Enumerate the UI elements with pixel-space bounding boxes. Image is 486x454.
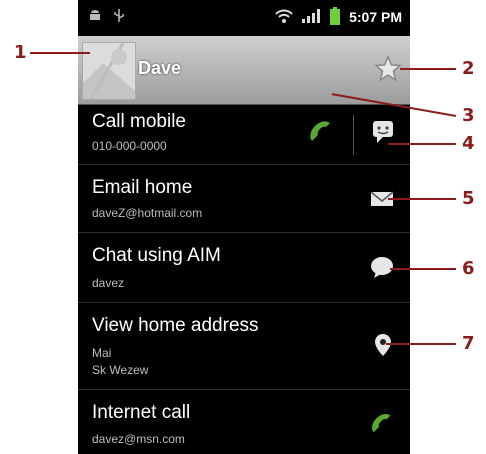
list-item-email-home[interactable]: Email home daveZ@hotmail.com	[78, 165, 410, 233]
row-subtitle-2: Sk Wezew	[92, 363, 149, 377]
row-title: Internet call	[92, 402, 191, 423]
callout-line-1	[30, 52, 90, 54]
contact-header: Dave	[78, 36, 410, 105]
callout-line-4	[388, 143, 456, 145]
phone-screen: 5:07 PM Dave Call mobile 010-000-0000 Em…	[78, 0, 410, 454]
usb-icon	[112, 8, 126, 27]
battery-icon	[330, 7, 340, 28]
star-icon[interactable]	[374, 55, 402, 83]
list-item-call-mobile[interactable]: Call mobile 010-000-0000	[78, 105, 410, 165]
callout-3: 3	[462, 105, 475, 126]
email-icon[interactable]	[370, 190, 394, 213]
contact-name: Dave	[138, 58, 182, 78]
row-subtitle: Mai	[92, 346, 112, 360]
list-item-internet-call[interactable]: Internet call davez@msn.com	[78, 390, 410, 454]
phone-icon[interactable]	[368, 410, 396, 443]
list-item-view-address[interactable]: View home address Mai Sk Wezew	[78, 303, 410, 390]
callout-line-2	[400, 68, 456, 70]
row-title: View home address	[92, 315, 259, 336]
status-time: 5:07 PM	[349, 9, 402, 25]
row-title: Email home	[92, 177, 193, 198]
sms-icon[interactable]	[371, 119, 395, 150]
row-subtitle: davez@msn.com	[92, 432, 185, 446]
location-pin-icon[interactable]	[374, 333, 392, 362]
callout-6: 6	[462, 258, 475, 279]
contact-photo[interactable]	[82, 42, 136, 100]
callout-7: 7	[462, 333, 475, 354]
callout-1: 1	[14, 42, 27, 63]
callout-line-7	[386, 343, 456, 345]
row-subtitle: daveZ@hotmail.com	[92, 206, 203, 220]
row-title: Call mobile	[92, 111, 186, 132]
callout-5: 5	[462, 188, 475, 209]
divider	[353, 115, 354, 155]
list-item-chat-aim[interactable]: Chat using AIM davez	[78, 233, 410, 303]
status-bar: 5:07 PM	[78, 0, 410, 36]
row-subtitle: 010-000-0000	[92, 139, 167, 153]
callout-2: 2	[462, 58, 475, 79]
wifi-icon	[274, 8, 294, 27]
android-icon	[88, 8, 102, 25]
row-subtitle: davez	[92, 276, 125, 290]
phone-icon[interactable]	[306, 117, 336, 152]
callout-4: 4	[462, 133, 475, 154]
callout-line-6	[390, 268, 456, 270]
callout-line-5	[388, 198, 456, 200]
signal-icon	[300, 8, 324, 27]
row-title: Chat using AIM	[92, 245, 221, 266]
